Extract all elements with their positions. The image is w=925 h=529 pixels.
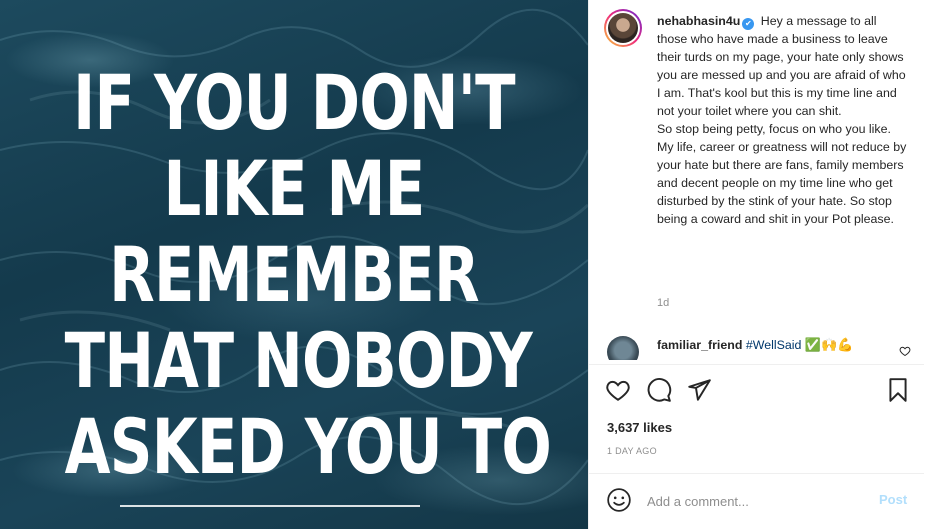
comment-item: familiar_friend #WellSaid ✅🙌💪 xyxy=(657,336,897,354)
comment-input[interactable] xyxy=(645,488,869,514)
post-caption: nehabhasin4u ✔ Hey a message to all those… xyxy=(657,12,909,228)
commenter-avatar[interactable] xyxy=(607,336,639,360)
comment-hashtag[interactable]: #WellSaid xyxy=(746,338,802,352)
caption-scroll-area[interactable]: nehabhasin4u ✔ Hey a message to all those… xyxy=(589,0,924,360)
bookmark-icon[interactable] xyxy=(885,377,911,403)
post-date[interactable]: 1 DAY AGO xyxy=(607,446,657,456)
caption-time-ago[interactable]: 1d xyxy=(657,297,669,309)
quote-line: REMEMBER xyxy=(109,230,479,319)
comment-username[interactable]: familiar_friend xyxy=(657,338,742,352)
action-bar xyxy=(589,365,924,413)
avatar-photo xyxy=(608,13,638,43)
author-avatar[interactable] xyxy=(604,9,642,47)
heart-icon[interactable] xyxy=(605,377,631,403)
comment-emojis: ✅🙌💪 xyxy=(804,337,854,352)
caption-paragraph: Hey a message to all those who have made… xyxy=(657,14,906,118)
verified-badge-icon: ✔ xyxy=(742,18,755,30)
caption-paragraph: My life, career or greatness will not re… xyxy=(657,140,907,226)
post-side-panel: nehabhasin4u ✔ Hey a message to all those… xyxy=(588,0,925,529)
comment-icon[interactable] xyxy=(646,377,672,403)
quote-line: THAT NOBODY xyxy=(64,316,533,405)
quote-underline xyxy=(120,505,420,507)
post-image[interactable]: IF YOU DON'T LIKE ME REMEMBER THAT NOBOD… xyxy=(0,0,588,529)
share-icon[interactable] xyxy=(686,377,712,403)
likes-count[interactable]: 3,637 likes xyxy=(607,420,672,435)
comment-heart-icon[interactable] xyxy=(899,345,911,357)
quote-line: LIKE ME xyxy=(163,144,426,233)
emoji-icon[interactable] xyxy=(606,487,632,513)
post-comment-button[interactable]: Post xyxy=(879,492,907,507)
quote-line: ASKED YOU TO xyxy=(64,402,552,491)
add-comment-bar: Post xyxy=(589,473,924,529)
quote-line: IF YOU DON'T xyxy=(73,58,515,147)
author-username[interactable]: nehabhasin4u xyxy=(657,14,740,28)
quote-text: IF YOU DON'T LIKE ME REMEMBER THAT NOBOD… xyxy=(64,58,552,491)
caption-paragraph: So stop being petty, focus on who you li… xyxy=(657,122,891,136)
